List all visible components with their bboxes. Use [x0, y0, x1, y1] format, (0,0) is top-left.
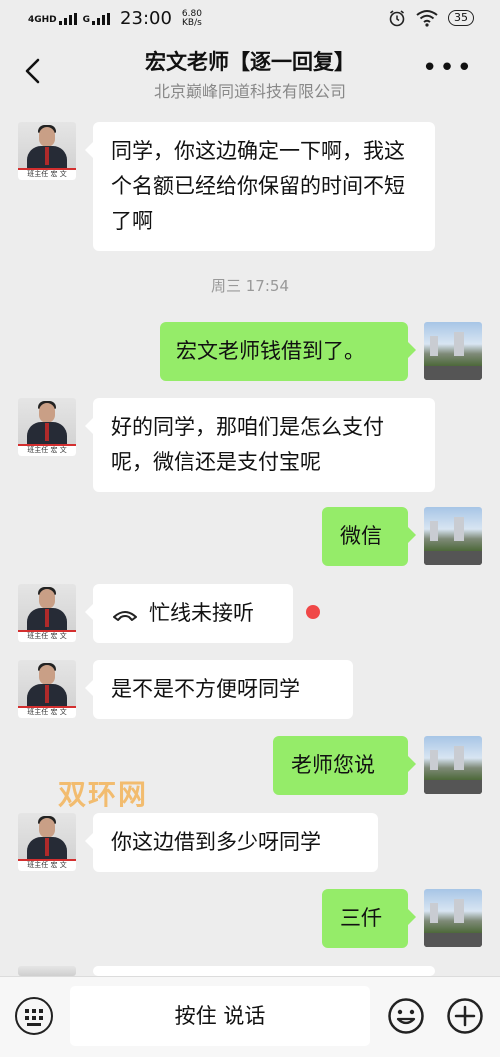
- status-right: 35: [388, 9, 474, 27]
- message-bubble-incoming[interactable]: 好的同学，那咱们是怎么支付呢，微信还是支付宝呢: [85, 398, 435, 492]
- avatar-name: 宏 文: [50, 446, 67, 454]
- my-avatar[interactable]: [424, 507, 482, 565]
- avatar-name: 宏 文: [50, 632, 67, 640]
- message-text: 老师您说: [291, 753, 375, 777]
- keyboard-icon[interactable]: [15, 997, 53, 1035]
- speed-unit: KB/s: [182, 17, 202, 28]
- message-bubble-outgoing[interactable]: 三仟: [322, 889, 416, 948]
- avatar-role: 班主任: [27, 446, 49, 454]
- avatar-role: 班主任: [27, 632, 49, 640]
- message-bubble-partial: [85, 966, 435, 1002]
- phone-icon: [113, 610, 137, 621]
- contact-avatar-partial: [18, 966, 76, 976]
- message-text: 是不是不方便呀同学: [111, 677, 300, 701]
- chat-timestamp: 周三 17:54: [211, 277, 289, 295]
- contact-avatar[interactable]: 班主任 宏 文: [18, 122, 76, 180]
- network-speed: 6.80 KB/s: [182, 9, 202, 28]
- missed-call-bubble[interactable]: 忙线未接听: [85, 584, 293, 643]
- network-label: 4GHD: [28, 14, 57, 25]
- message-text: 宏文老师钱借到了。: [176, 339, 365, 363]
- signal-bars-2-icon: [92, 12, 111, 25]
- emoji-icon[interactable]: [387, 997, 425, 1035]
- chat-header: 宏文老师【逐一回复】 北京巅峰同道科技有限公司 •••: [0, 36, 500, 106]
- watermark: 双环网: [58, 778, 149, 811]
- message-text: 同学，你这边确定一下啊，我这个名额已经给你保留的时间不短了啊: [111, 139, 405, 233]
- avatar-name: 宏 文: [50, 170, 67, 178]
- battery-indicator: 35: [448, 10, 474, 26]
- contact-avatar[interactable]: 班主任 宏 文: [18, 398, 76, 456]
- more-icon[interactable]: •••: [422, 55, 474, 81]
- message-text: 忙线未接听: [149, 601, 254, 625]
- avatar-name: 宏 文: [50, 861, 67, 869]
- contact-avatar[interactable]: 班主任 宏 文: [18, 660, 76, 718]
- signal-2: G: [82, 12, 111, 25]
- message-bubble-incoming[interactable]: 同学，你这边确定一下啊，我这个名额已经给你保留的时间不短了啊: [85, 122, 435, 251]
- signal-bars-icon: [58, 12, 77, 25]
- avatar-name: 宏 文: [50, 708, 67, 716]
- avatar-role: 班主任: [27, 170, 49, 178]
- my-avatar[interactable]: [424, 736, 482, 794]
- message-bubble-outgoing[interactable]: 老师您说: [273, 736, 416, 795]
- hold-to-talk-button[interactable]: 按住 说话: [70, 986, 370, 1046]
- my-avatar[interactable]: [424, 322, 482, 380]
- clock: 23:00: [120, 8, 172, 29]
- contact-avatar[interactable]: 班主任 宏 文: [18, 584, 76, 642]
- alarm-icon: [389, 10, 405, 27]
- message-bubble-incoming[interactable]: 你这边借到多少呀同学: [85, 813, 378, 872]
- status-bar: 4GHD G 23:00 6.80 KB/s 35: [0, 0, 500, 36]
- input-bar: 按住 说话: [0, 976, 500, 1057]
- contact-avatar[interactable]: 班主任 宏 文: [18, 813, 76, 871]
- my-avatar[interactable]: [424, 889, 482, 947]
- message-bubble-outgoing[interactable]: 宏文老师钱借到了。: [160, 322, 416, 381]
- unread-dot: [306, 605, 320, 619]
- message-text: 你这边借到多少呀同学: [111, 830, 321, 854]
- network2-label: G: [82, 14, 91, 25]
- message-bubble-incoming[interactable]: 是不是不方便呀同学: [85, 660, 353, 719]
- avatar-role: 班主任: [27, 861, 49, 869]
- avatar-role: 班主任: [27, 708, 49, 716]
- message-bubble-outgoing[interactable]: 微信: [322, 507, 416, 566]
- status-left: 4GHD G 23:00 6.80 KB/s: [28, 8, 202, 29]
- message-text: 好的同学，那咱们是怎么支付呢，微信还是支付宝呢: [111, 415, 384, 474]
- signal-1: 4GHD: [28, 12, 77, 25]
- message-text: 三仟: [340, 906, 382, 930]
- message-text: 微信: [340, 524, 382, 548]
- wifi-icon: [416, 10, 438, 27]
- plus-icon[interactable]: [446, 997, 484, 1035]
